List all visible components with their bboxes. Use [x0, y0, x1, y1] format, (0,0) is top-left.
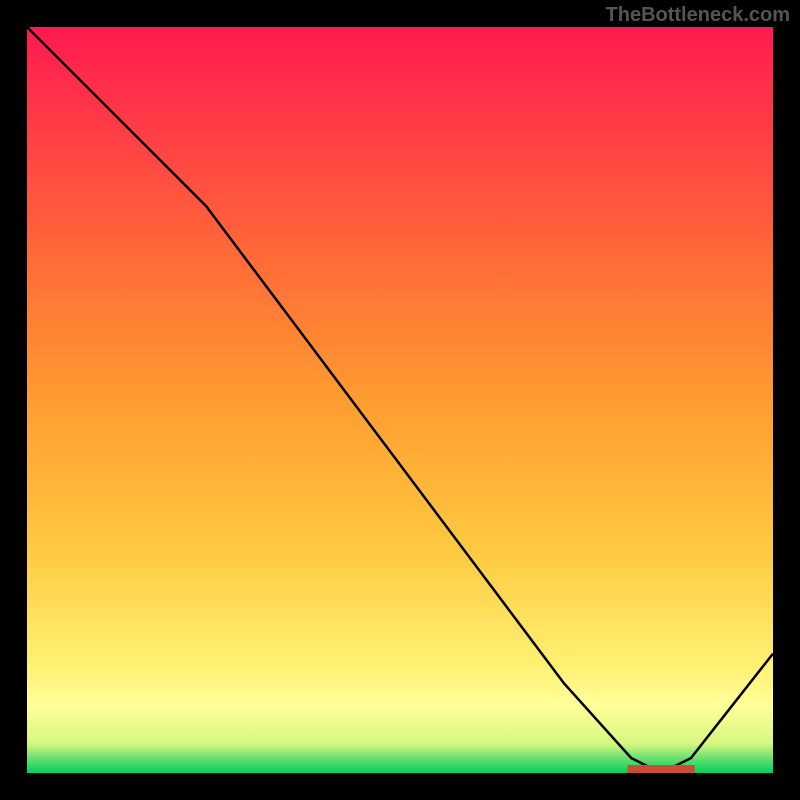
chart-area — [27, 27, 773, 773]
watermark-text: TheBottleneck.com — [606, 4, 790, 27]
chart-svg — [27, 27, 773, 773]
minimum-marker — [628, 765, 695, 773]
